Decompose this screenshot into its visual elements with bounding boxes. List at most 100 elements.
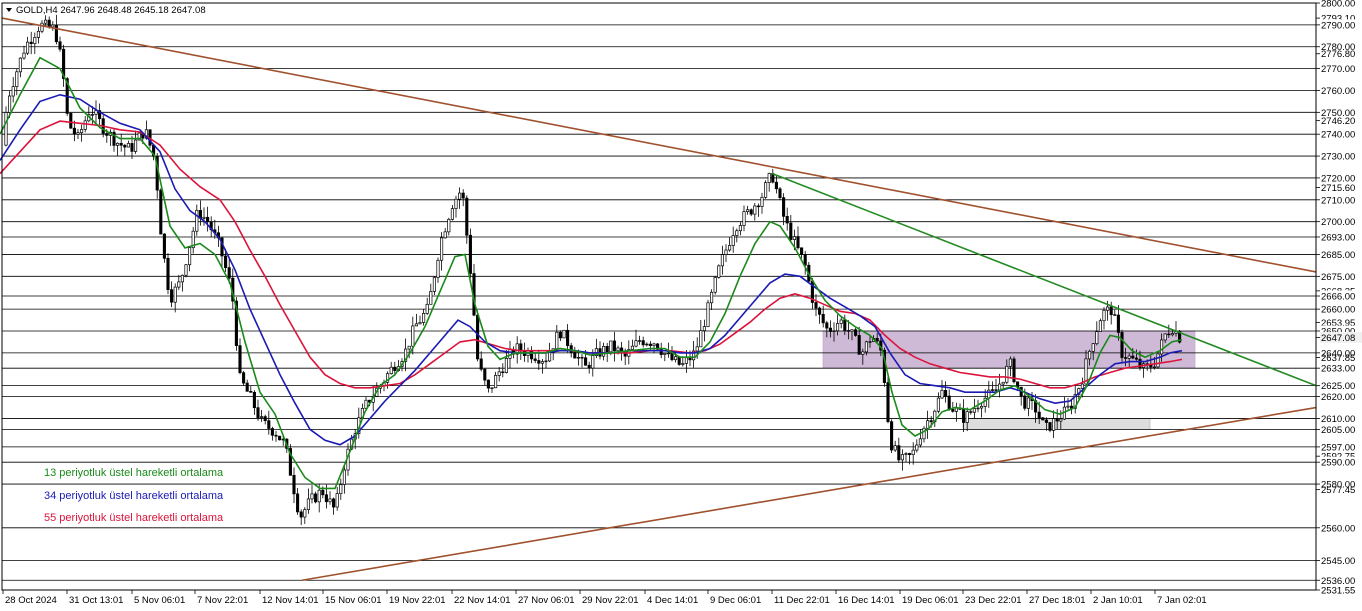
time-tick-label: 4 Dec 14:01 [647,595,698,606]
candle-body [407,345,411,350]
candle [245,379,249,392]
candle-body [454,198,458,209]
candle [555,325,559,350]
candle-body [990,389,994,391]
legend: 13 periyotluk üstel hareketli ortalama 3… [44,467,224,524]
candle-body [814,302,818,309]
candle [54,14,58,45]
candle-body [1066,405,1070,408]
candle [1113,309,1117,316]
candle-body [537,360,541,364]
candle [389,361,393,375]
price-tick-label: 2637.85 [1321,353,1355,364]
candle-body [411,325,415,347]
candle [465,195,469,244]
candle [717,264,721,279]
candle [1008,356,1012,377]
candle-body [886,382,890,423]
price-chart[interactable]: 2800.002793.102790.002780.002776.802770.… [0,0,1362,611]
candle-body [335,493,339,508]
candle-body [1167,333,1171,336]
triangle-down-icon[interactable] [6,8,12,12]
candle [922,426,926,443]
candle-body [490,387,494,389]
candle [461,189,465,207]
candle [936,392,940,414]
candle [562,329,566,339]
candle [1070,399,1074,415]
candle-body [8,95,12,113]
candle-body [274,434,278,437]
candle [429,283,433,305]
candle [33,32,37,55]
trendline-upper[interactable] [1,17,1317,273]
time-axis[interactable]: 28 Oct 2024 31 Oct 13:01 5 Nov 06:01 7 Nov … [2,590,1207,606]
candle-body [1163,333,1167,341]
candle-body [443,231,447,239]
candle-body [576,356,580,359]
candle-body [296,493,300,513]
candle-body [83,120,87,130]
candle-body [80,129,84,133]
candle-body [803,254,807,266]
candle-body [51,24,55,28]
candle-body [1048,422,1052,431]
price-axis[interactable]: 2800.002793.102790.002780.002776.802770.… [1316,0,1362,597]
candle-body [951,409,955,412]
candle-body [479,358,483,370]
candle-body [630,345,634,350]
candle [818,306,822,324]
candle-body [540,361,544,364]
candle [814,294,818,317]
candle-body [994,389,998,391]
price-tick-label: 2770.00 [1321,64,1355,75]
candle-body [72,127,76,135]
candle [26,36,30,56]
candle [760,192,764,214]
candle [274,430,278,442]
candle-body [731,235,735,246]
time-tick-label: 7 Nov 22:01 [197,595,248,606]
candle-body [76,132,80,135]
candle-body [1116,314,1120,333]
candle-body [328,498,332,503]
candle-body [44,19,48,24]
candle-body [566,329,570,347]
candle-body [33,37,37,44]
candle-body [130,143,134,152]
price-tick-label: 2700.00 [1321,217,1355,228]
candle-body [634,340,638,347]
candle-body [702,326,706,332]
candle [202,207,206,226]
candle [238,338,242,375]
candle [479,351,483,372]
candle [702,319,706,342]
candle [602,342,606,361]
candle [404,338,408,372]
candle-body [105,133,109,136]
ema34-line[interactable] [0,93,1183,446]
time-tick-label: 22 Nov 14:01 [454,595,511,606]
candle-body [242,372,246,384]
candle-body [303,509,307,518]
candle [112,128,116,152]
candle [252,390,256,415]
candle-body [188,247,192,266]
candle-body [738,225,742,232]
candle [422,309,426,326]
candle-body [800,247,804,255]
candle-body [893,445,897,451]
candle-body [965,411,969,423]
candle-body [850,329,854,332]
candle [940,380,944,400]
candle [177,274,181,291]
candle-body [753,205,757,215]
candle [332,497,336,515]
candle [87,106,91,123]
candle [994,378,998,391]
candle [116,142,120,157]
candle-body [857,335,861,355]
trendline-lower[interactable] [301,406,1317,582]
price-tick-label: 2605.00 [1321,425,1355,436]
candle-body [947,395,951,410]
